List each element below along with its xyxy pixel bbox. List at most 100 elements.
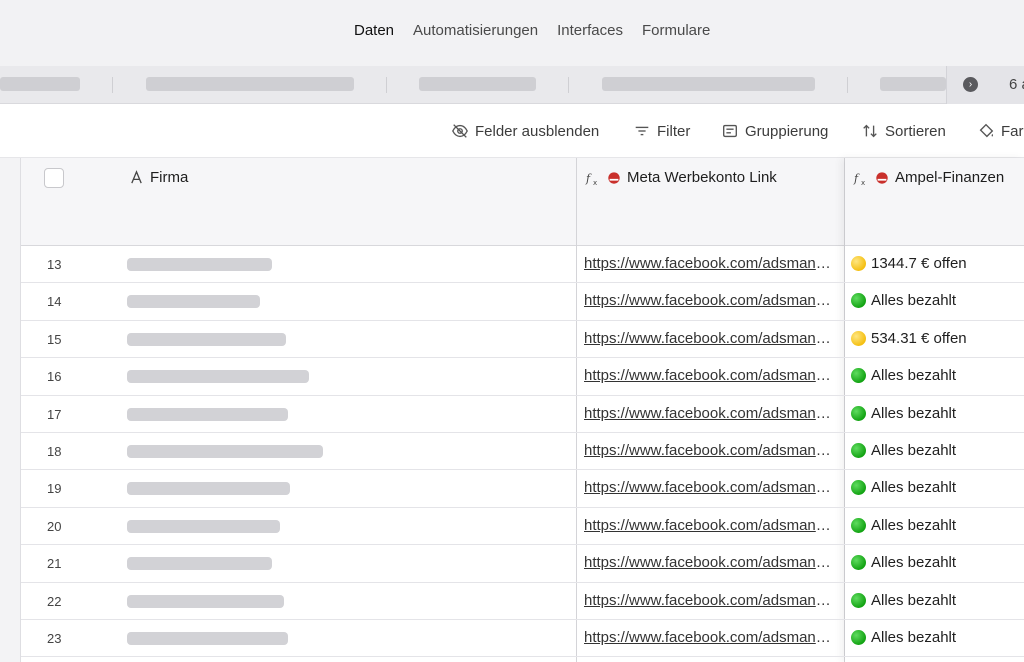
group-label: Gruppierung: [745, 122, 829, 140]
tab-formulare[interactable]: Formulare: [642, 22, 710, 39]
firma-cell-redacted[interactable]: [127, 258, 272, 271]
firma-cell-redacted[interactable]: [127, 631, 288, 645]
grid-left-gutter: [0, 158, 21, 662]
firma-cell-redacted[interactable]: [127, 295, 260, 309]
meta-link-cell[interactable]: https://www.facebook.com/adsmanager: [584, 629, 837, 646]
firma-cell-redacted[interactable]: [127, 594, 284, 608]
status-dot-icon: [851, 480, 866, 496]
view-toolbar: Felder ausblenden Filter Gruppierung Sor…: [0, 104, 1024, 158]
row-number: 18: [47, 443, 62, 459]
ampel-status-cell[interactable]: 534.31 € offen: [851, 330, 967, 347]
group-button[interactable]: Gruppierung: [721, 122, 828, 140]
view-tab-redacted[interactable]: [146, 77, 354, 91]
meta-link-cell[interactable]: https://www.facebook.com/adsmanager: [584, 442, 837, 459]
table-row[interactable]: 23 https://www.facebook.com/adsmanager All…: [21, 620, 1024, 658]
table-row[interactable]: 14 https://www.facebook.com/adsmanager All…: [21, 283, 1024, 321]
select-all-checkbox[interactable]: [44, 168, 64, 188]
meta-link-cell[interactable]: https://www.facebook.com/adsmanager: [584, 592, 837, 609]
ampel-status-cell[interactable]: Alles bezahlt: [851, 442, 956, 459]
status-dot-icon: [851, 592, 866, 608]
status-dot-icon: [851, 368, 866, 384]
row-number: 15: [47, 331, 62, 347]
row-number: 16: [47, 369, 62, 385]
status-text: Alles bezahlt: [871, 441, 957, 459]
firma-cell-redacted[interactable]: [127, 407, 288, 421]
status-text: Alles bezahlt: [871, 479, 957, 497]
header-firma[interactable]: Firma: [21, 158, 576, 246]
view-tab-redacted[interactable]: [880, 77, 946, 91]
firma-cell-redacted[interactable]: [127, 332, 286, 346]
row-number: 17: [47, 406, 62, 422]
ampel-status-cell[interactable]: Alles bezahlt: [851, 405, 956, 422]
status-text: Alles bezahlt: [871, 516, 957, 534]
sort-button[interactable]: Sortieren: [861, 122, 946, 140]
row-number: 23: [47, 630, 62, 646]
view-tab-redacted[interactable]: [0, 77, 80, 91]
status-text: 534.31 € offen: [871, 329, 967, 347]
ampel-status-cell[interactable]: Alles bezahlt: [851, 592, 956, 609]
tab-automatisierungen[interactable]: Automatisierungen: [413, 22, 538, 39]
status-text: Alles bezahlt: [871, 367, 957, 385]
table-row[interactable]: 13 https://www.facebook.com/adsmanager 134…: [21, 246, 1024, 284]
status-text: Alles bezahlt: [871, 628, 957, 646]
table-row[interactable]: 20 https://www.facebook.com/adsmanager All…: [21, 508, 1024, 546]
filter-icon: [635, 126, 649, 136]
meta-link-cell[interactable]: https://www.facebook.com/adsmanager: [584, 255, 837, 272]
color-button[interactable]: Farb: [977, 122, 1024, 140]
svg-text:f: f: [585, 172, 592, 185]
ampel-status-cell[interactable]: Alles bezahlt: [851, 629, 956, 646]
firma-cell-redacted[interactable]: [127, 519, 280, 533]
sort-icon: [863, 124, 877, 138]
hide-fields-button[interactable]: Felder ausblenden: [451, 122, 599, 140]
view-tab-redacted[interactable]: [602, 77, 815, 91]
filter-button[interactable]: Filter: [633, 122, 690, 140]
column-title-firma: Firma: [150, 169, 189, 186]
ampel-status-cell[interactable]: Alles bezahlt: [851, 292, 956, 309]
ampel-status-cell[interactable]: Alles bezahlt: [851, 517, 956, 534]
sort-label: Sortieren: [885, 122, 946, 140]
table-row[interactable]: 18 https://www.facebook.com/adsmanager All…: [21, 433, 1024, 471]
firma-cell-redacted[interactable]: [127, 444, 323, 458]
meta-link-cell[interactable]: https://www.facebook.com/adsmanager: [584, 517, 837, 534]
firma-cell-redacted[interactable]: [127, 482, 290, 496]
firma-cell-redacted[interactable]: [127, 370, 309, 384]
table-row[interactable]: 17 https://www.facebook.com/adsmanager All…: [21, 396, 1024, 433]
meta-link-cell[interactable]: https://www.facebook.com/adsmanager: [584, 292, 837, 309]
ampel-status-cell[interactable]: Alles bezahlt: [851, 479, 956, 496]
eye-slash-icon: [452, 124, 468, 138]
meta-link-cell[interactable]: https://www.facebook.com/adsmanager: [584, 405, 837, 422]
column-title-meta-link: Meta Werbekonto Link: [627, 169, 777, 186]
table-row[interactable]: 19 https://www.facebook.com/adsmanager All…: [21, 470, 1024, 508]
row-number: 19: [47, 481, 62, 497]
view-count-label: 6 a: [1009, 76, 1024, 93]
header-meta-link[interactable]: fx Meta Werbekonto Link: [576, 158, 844, 246]
status-text: Alles bezahlt: [871, 554, 957, 572]
tab-daten[interactable]: Daten: [354, 22, 394, 39]
firma-cell-redacted[interactable]: [127, 557, 272, 571]
table-row[interactable]: 22 https://www.facebook.com/adsmanager All…: [21, 583, 1024, 620]
view-tab-redacted[interactable]: [419, 77, 536, 91]
row-number: 21: [47, 556, 62, 572]
text-field-icon: [131, 170, 142, 184]
ampel-status-cell[interactable]: 1344.7 € offen: [851, 255, 967, 272]
meta-link-cell[interactable]: https://www.facebook.com/adsmanager: [584, 554, 837, 571]
svg-text:x: x: [593, 179, 597, 186]
view-tab-divider: [568, 77, 569, 93]
red-dot-icon: [608, 171, 620, 184]
table-row[interactable]: 15 https://www.facebook.com/adsmanager 534…: [21, 321, 1024, 359]
status-dot-icon: [851, 442, 866, 458]
status-text: Alles bezahlt: [871, 591, 957, 609]
status-dot-icon: [851, 517, 866, 533]
chevron-right-icon[interactable]: ›: [963, 77, 978, 92]
data-grid: Firma fx Meta Werbekonto Link fx Ampel-F…: [0, 158, 1024, 662]
meta-link-cell[interactable]: https://www.facebook.com/adsmanager: [584, 479, 837, 496]
ampel-status-cell[interactable]: Alles bezahlt: [851, 554, 956, 571]
status-text: Alles bezahlt: [871, 292, 957, 310]
table-row[interactable]: 16 https://www.facebook.com/adsmanager All…: [21, 358, 1024, 396]
ampel-status-cell[interactable]: Alles bezahlt: [851, 367, 956, 384]
table-row[interactable]: 21 https://www.facebook.com/adsmanager All…: [21, 545, 1024, 583]
meta-link-cell[interactable]: https://www.facebook.com/adsmanager: [584, 367, 837, 384]
tab-interfaces[interactable]: Interfaces: [557, 22, 623, 39]
hide-fields-label: Felder ausblenden: [475, 122, 600, 140]
meta-link-cell[interactable]: https://www.facebook.com/adsmanager: [584, 330, 837, 347]
